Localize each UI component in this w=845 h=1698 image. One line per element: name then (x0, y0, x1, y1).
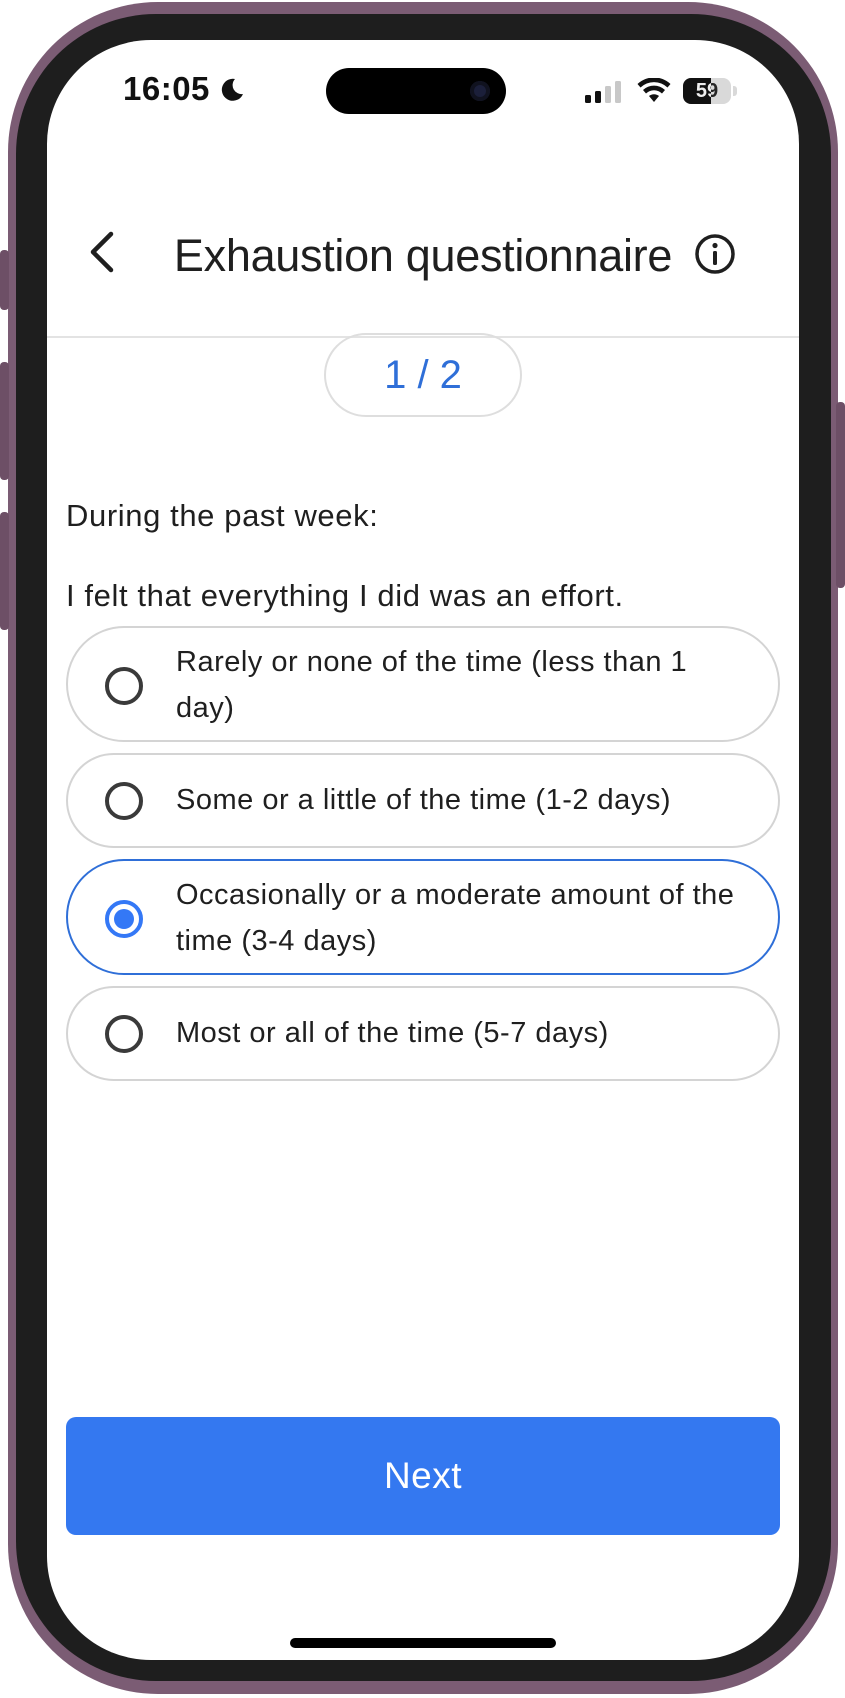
app-screen: 16:05 59 Exhaustion questionnaire 1 / 2 … (47, 40, 799, 1660)
radio-button-unselected[interactable] (105, 1015, 143, 1053)
wifi-icon (637, 78, 671, 102)
radio-button-unselected[interactable] (105, 667, 143, 705)
answer-option-occasionally[interactable]: Occasionally or a moderate amount of the… (66, 859, 780, 975)
navigation-header: Exhaustion questionnaire (47, 170, 799, 338)
progress-indicator: 1 / 2 (324, 333, 522, 417)
page-title: Exhaustion questionnaire (173, 230, 673, 281)
next-button[interactable]: Next (66, 1417, 780, 1535)
answer-option-some[interactable]: Some or a little of the time (1-2 days) (66, 753, 780, 848)
radio-selected-dot (114, 909, 134, 929)
volume-up-button (0, 362, 9, 480)
info-icon[interactable] (693, 232, 737, 276)
option-label: Some or a little of the time (1-2 days) (176, 784, 671, 816)
answer-option-most[interactable]: Most or all of the time (5-7 days) (66, 986, 780, 1081)
volume-down-button (0, 512, 9, 630)
option-label: Rarely or none of the time (less than 1 … (176, 646, 688, 724)
device-mockup: 16:05 59 Exhaustion questionnaire 1 / 2 … (0, 0, 845, 1698)
status-time: 16:05 (123, 70, 210, 107)
answer-option-rarely[interactable]: Rarely or none of the time (less than 1 … (66, 626, 780, 742)
chevron-left-icon (90, 231, 114, 273)
radio-button-selected[interactable] (105, 900, 143, 938)
dynamic-island (326, 68, 506, 114)
home-indicator (290, 1638, 556, 1648)
question-text: I felt that everything I did was an effo… (66, 578, 624, 613)
option-label: Occasionally or a moderate amount of the… (176, 879, 735, 957)
cellular-signal-icon (585, 81, 621, 103)
silent-switch (0, 250, 9, 310)
back-button[interactable] (81, 224, 121, 280)
radio-button-unselected[interactable] (105, 782, 143, 820)
moon-icon (221, 78, 243, 101)
battery-percentage: 59 (695, 80, 719, 102)
camera-icon (470, 81, 490, 101)
battery-icon: 59 (683, 78, 731, 104)
battery-tip (733, 86, 737, 96)
question-prompt: During the past week: (66, 498, 379, 533)
option-label: Most or all of the time (5-7 days) (176, 1017, 609, 1049)
power-button (836, 402, 845, 588)
